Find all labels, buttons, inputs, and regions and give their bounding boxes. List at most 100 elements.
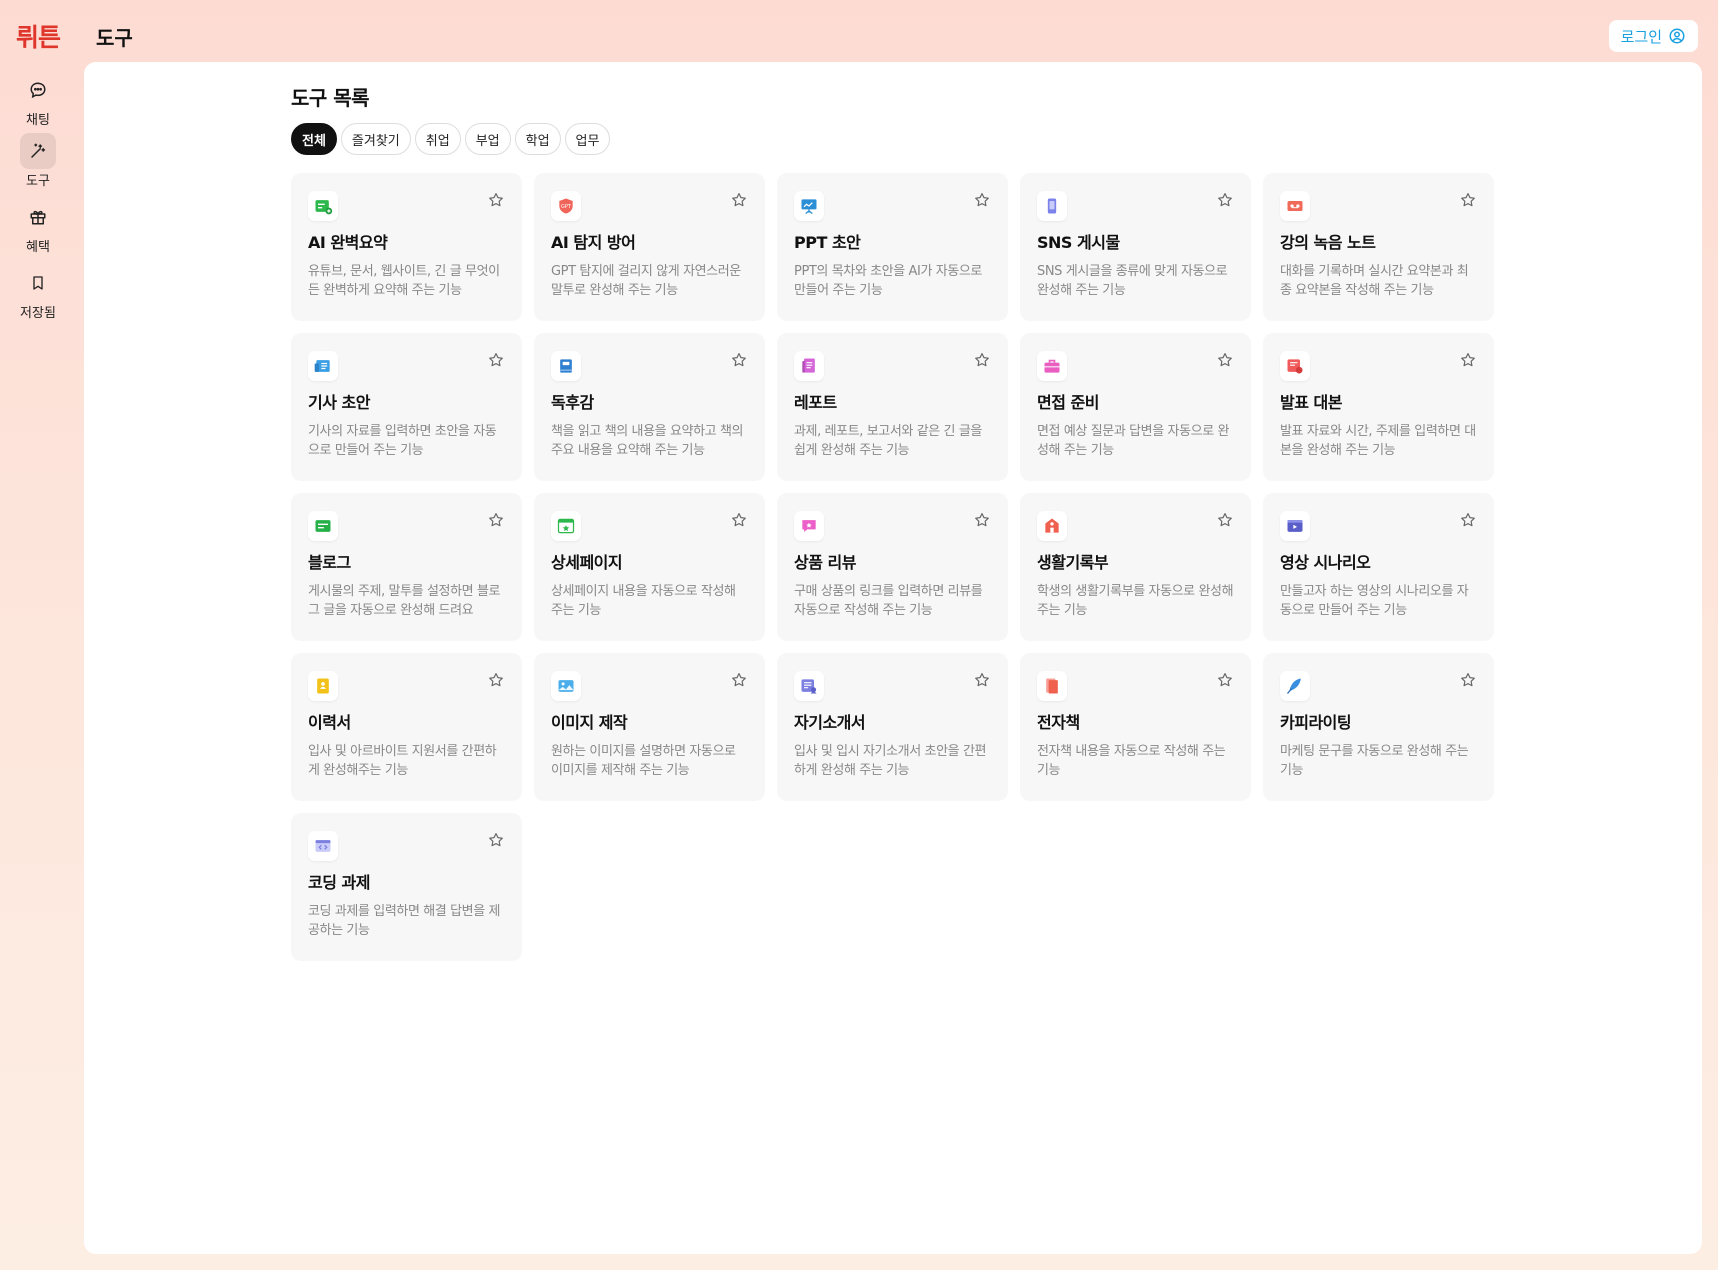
sidebar-item-saved[interactable]: 저장됨 — [0, 265, 76, 323]
star-favorite-icon[interactable] — [1458, 670, 1478, 690]
star-favorite-icon[interactable] — [486, 510, 506, 530]
tool-card[interactable]: 카피라이팅 마케팅 문구를 자동으로 완성해 주는 기능 — [1263, 653, 1494, 801]
tool-card[interactable]: 전자책 전자책 내용을 자동으로 작성해 주는 기능 — [1020, 653, 1251, 801]
sidebar-item-tools[interactable]: 도구 — [0, 133, 76, 191]
sidebar-item-label: 혜택 — [26, 240, 50, 255]
school-icon — [1037, 511, 1067, 541]
tool-card[interactable]: AI 완벽요약유튜브, 문서, 웹사이트, 긴 글 무엇이든 완벽하게 요약해 … — [291, 173, 522, 321]
tool-card[interactable]: 생활기록부 학생의 생활기록부를 자동으로 완성해 주는 기능 — [1020, 493, 1251, 641]
tool-card[interactable]: 이미지 제작원하는 이미지를 설명하면 자동으로 이미지를 제작해 주는 기능 — [534, 653, 765, 801]
tool-card-description: 책을 읽고 책의 내용을 요약하고 책의 주요 내용을 요약해 주는 기능 — [551, 424, 744, 458]
tool-card-description: 원하는 이미지를 설명하면 자동으로 이미지를 제작해 주는 기능 — [551, 744, 736, 778]
presentation-board-icon — [794, 191, 824, 221]
tool-card-description: 면접 예상 질문과 답변을 자동으로 완성해 주는 기능 — [1037, 424, 1230, 458]
tool-card-title: PPT 초안 — [794, 233, 861, 252]
star-favorite-icon[interactable] — [972, 350, 992, 370]
tool-card[interactable]: 독후감 책을 읽고 책의 내용을 요약하고 책의 주요 내용을 요약해 주는 기능 — [534, 333, 765, 481]
tab-all[interactable]: 전체 — [291, 123, 337, 155]
tool-card-description: 입사 및 아르바이트 지원서를 간편하게 완성해주는 기능 — [308, 744, 497, 778]
tool-card-description: 게시물의 주제, 말투를 설정하면 블로그 글을 자동으로 완성해 드려요 — [308, 584, 501, 618]
star-favorite-icon[interactable] — [486, 670, 506, 690]
tab-job[interactable]: 취업 — [414, 123, 461, 155]
star-favorite-icon[interactable] — [486, 350, 506, 370]
ebook-icon — [1037, 671, 1067, 701]
star-favorite-icon[interactable] — [1215, 670, 1235, 690]
star-favorite-icon[interactable] — [1458, 190, 1478, 210]
tool-card-title: SNS 게시물 — [1037, 233, 1120, 252]
code-window-icon — [308, 831, 338, 861]
star-favorite-icon[interactable] — [1215, 510, 1235, 530]
tool-card-description: GPT 탐지에 걸리지 않게 자연스러운 말투로 완성해 주는 기능 — [551, 264, 741, 298]
tool-card[interactable]: 면접 준비 면접 예상 질문과 답변을 자동으로 완성해 주는 기능 — [1020, 333, 1251, 481]
star-favorite-icon[interactable] — [1215, 350, 1235, 370]
tool-card[interactable]: 자기소개서 입사 및 입시 자기소개서 초안을 간편하게 완성해 주는 기능 — [777, 653, 1008, 801]
app-logo[interactable]: 뤼튼 — [0, 18, 76, 54]
sidebar-item-label: 채팅 — [26, 113, 50, 128]
star-favorite-icon[interactable] — [1458, 510, 1478, 530]
tools-section: 도구 목록 전체 즐겨찾기 취업 부업 학업 업무 AI 완벽요약 유튜브, 문서, 웹사이… — [291, 82, 1501, 961]
star-favorite-icon[interactable] — [972, 190, 992, 210]
tool-card[interactable]: 이력서 입사 및 아르바이트 지원서를 간편하게 완성해주는 기능 — [291, 653, 522, 801]
star-favorite-icon[interactable] — [486, 830, 506, 850]
tool-card[interactable]: 상세페이지 상세페이지 내용을 자동으로 작성해 주는 기능 — [534, 493, 765, 641]
star-favorite-icon[interactable] — [729, 670, 749, 690]
tool-card-description: 코딩 과제를 입력하면 해결 답변을 제공하는 기능 — [308, 904, 501, 938]
tool-card-title: 발표 대본 — [1280, 393, 1342, 412]
product-page-icon — [551, 511, 581, 541]
tool-card[interactable]: 블로그 게시물의 주제, 말투를 설정하면 블로그 글을 자동으로 완성해 드려요 — [291, 493, 522, 641]
bookmark-icon — [20, 265, 56, 301]
star-favorite-icon[interactable] — [972, 670, 992, 690]
tool-card[interactable]: 영상 시나리오 만들고자 하는 영상의 시나리오를 자동으로 만들어 주는 기능 — [1263, 493, 1494, 641]
magic-wand-icon — [20, 133, 56, 169]
image-icon — [551, 671, 581, 701]
sidebar-item-chat[interactable]: 채팅 — [0, 72, 76, 130]
star-favorite-icon[interactable] — [729, 510, 749, 530]
svg-text:GPT: GPT — [561, 204, 572, 210]
tab-side-job[interactable]: 부업 — [464, 123, 511, 155]
page-title: 도구 — [96, 26, 133, 50]
newspaper-icon — [308, 351, 338, 381]
blog-icon — [308, 511, 338, 541]
tool-card-description: 상세페이지 내용을 자동으로 작성해 주는 기능 — [551, 584, 736, 618]
tool-card-grid: AI 완벽요약유튜브, 문서, 웹사이트, 긴 글 무엇이든 완벽하게 요약해 … — [291, 173, 1501, 961]
login-button[interactable]: 로그인 — [1608, 20, 1698, 52]
tool-card-title: AI 완벽요약 — [308, 233, 388, 252]
tool-card[interactable]: 상품 리뷰 구매 상품의 링크를 입력하면 리뷰를 자동으로 작성해 주는 기능 — [777, 493, 1008, 641]
gpt-shield-icon: GPT — [551, 191, 581, 221]
sidebar-item-label: 도구 — [26, 174, 50, 189]
star-favorite-icon[interactable] — [1215, 190, 1235, 210]
tool-card-title: 코딩 과제 — [308, 873, 370, 892]
tool-card-title: 이미지 제작 — [551, 713, 628, 732]
tool-card[interactable]: 강의 녹음 노트 대화를 기록하며 실시간 요약본과 최종 요약본을 작성해 주는… — [1263, 173, 1494, 321]
tool-card-description: 유튜브, 문서, 웹사이트, 긴 글 무엇이든 완벽하게 요약해 주는 기능 — [308, 264, 500, 298]
star-favorite-icon[interactable] — [1458, 350, 1478, 370]
tool-card-description: 대화를 기록하며 실시간 요약본과 최종 요약본을 작성해 주는 기능 — [1280, 264, 1469, 298]
tool-card-description: 과제, 레포트, 보고서와 같은 긴 글을 쉽게 완성해 주는 기능 — [794, 424, 982, 458]
tab-favorites[interactable]: 즐겨찾기 — [340, 123, 411, 155]
report-document-icon — [794, 351, 824, 381]
cassette-tape-icon — [1280, 191, 1310, 221]
script-icon — [1280, 351, 1310, 381]
tool-card[interactable]: 발표 대본 발표 자료와 시간, 주제를 입력하면 대본을 완성해 주는 기능 — [1263, 333, 1494, 481]
tab-work[interactable]: 업무 — [564, 123, 611, 155]
tool-card[interactable]: GPT AI 탐지 방어 GPT 탐지에 걸리지 않게 자연스러운 말투로 완성해 … — [534, 173, 765, 321]
star-favorite-icon[interactable] — [972, 510, 992, 530]
tool-card[interactable]: 레포트 과제, 레포트, 보고서와 같은 긴 글을 쉽게 완성해 주는 기능 — [777, 333, 1008, 481]
sidebar-item-benefits[interactable]: 혜택 — [0, 199, 76, 257]
video-play-icon — [1280, 511, 1310, 541]
tool-card-description: SNS 게시글을 종류에 맞게 자동으로 완성해 주는 기능 — [1037, 264, 1228, 298]
top-bar: 도구 로그인 — [76, 8, 1710, 60]
login-label: 로그인 — [1620, 27, 1662, 46]
star-favorite-icon[interactable] — [486, 190, 506, 210]
tool-card[interactable]: 기사 초안 기사의 자료를 입력하면 초안을 자동으로 만들어 주는 기능 — [291, 333, 522, 481]
tool-card[interactable]: 코딩 과제코딩 과제를 입력하면 해결 답변을 제공하는 기능 — [291, 813, 522, 961]
chat-bubble-icon — [20, 72, 56, 108]
tool-card-description: 마케팅 문구를 자동으로 완성해 주는 기능 — [1280, 744, 1469, 778]
tab-study[interactable]: 학업 — [514, 123, 561, 155]
tool-card[interactable]: SNS 게시물 SNS 게시글을 종류에 맞게 자동으로 완성해 주는 기능 — [1020, 173, 1251, 321]
star-favorite-icon[interactable] — [729, 190, 749, 210]
tool-card[interactable]: PPT 초안 PPT의 목차와 초안을 AI가 자동으로 만들어 주는 기능 — [777, 173, 1008, 321]
star-favorite-icon[interactable] — [729, 350, 749, 370]
tool-card-description: 입사 및 입시 자기소개서 초안을 간편하게 완성해 주는 기능 — [794, 744, 987, 778]
user-circle-icon — [1669, 28, 1685, 44]
